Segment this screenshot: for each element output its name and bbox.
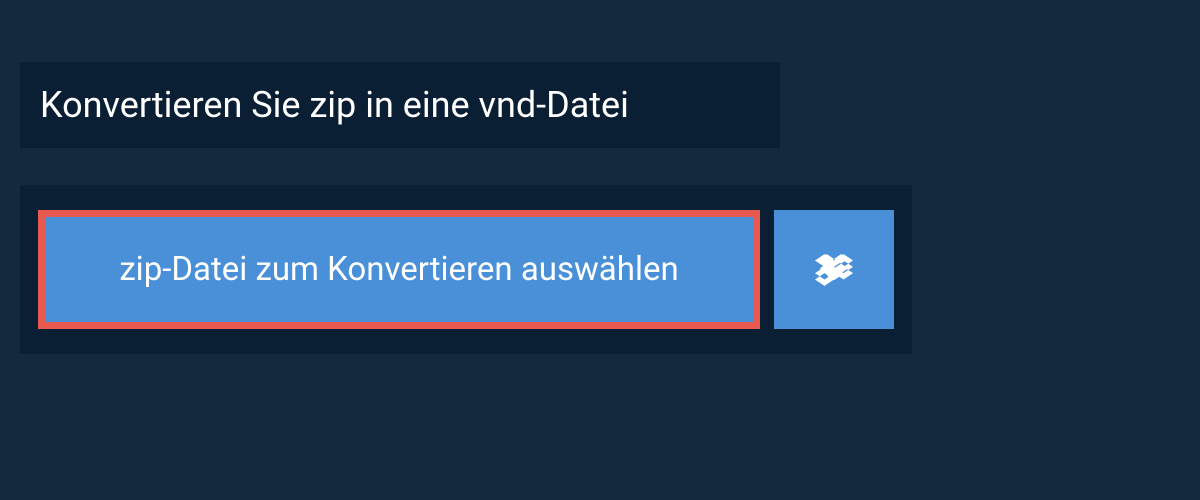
converter-panel: zip-Datei zum Konvertieren auswählen — [20, 185, 912, 354]
title-bar: Konvertieren Sie zip in eine vnd-Datei — [20, 62, 780, 148]
dropbox-button[interactable] — [774, 210, 894, 329]
select-file-button[interactable]: zip-Datei zum Konvertieren auswählen — [38, 210, 760, 329]
page-title: Konvertieren Sie zip in eine vnd-Datei — [40, 84, 760, 126]
dropbox-icon — [815, 251, 853, 289]
